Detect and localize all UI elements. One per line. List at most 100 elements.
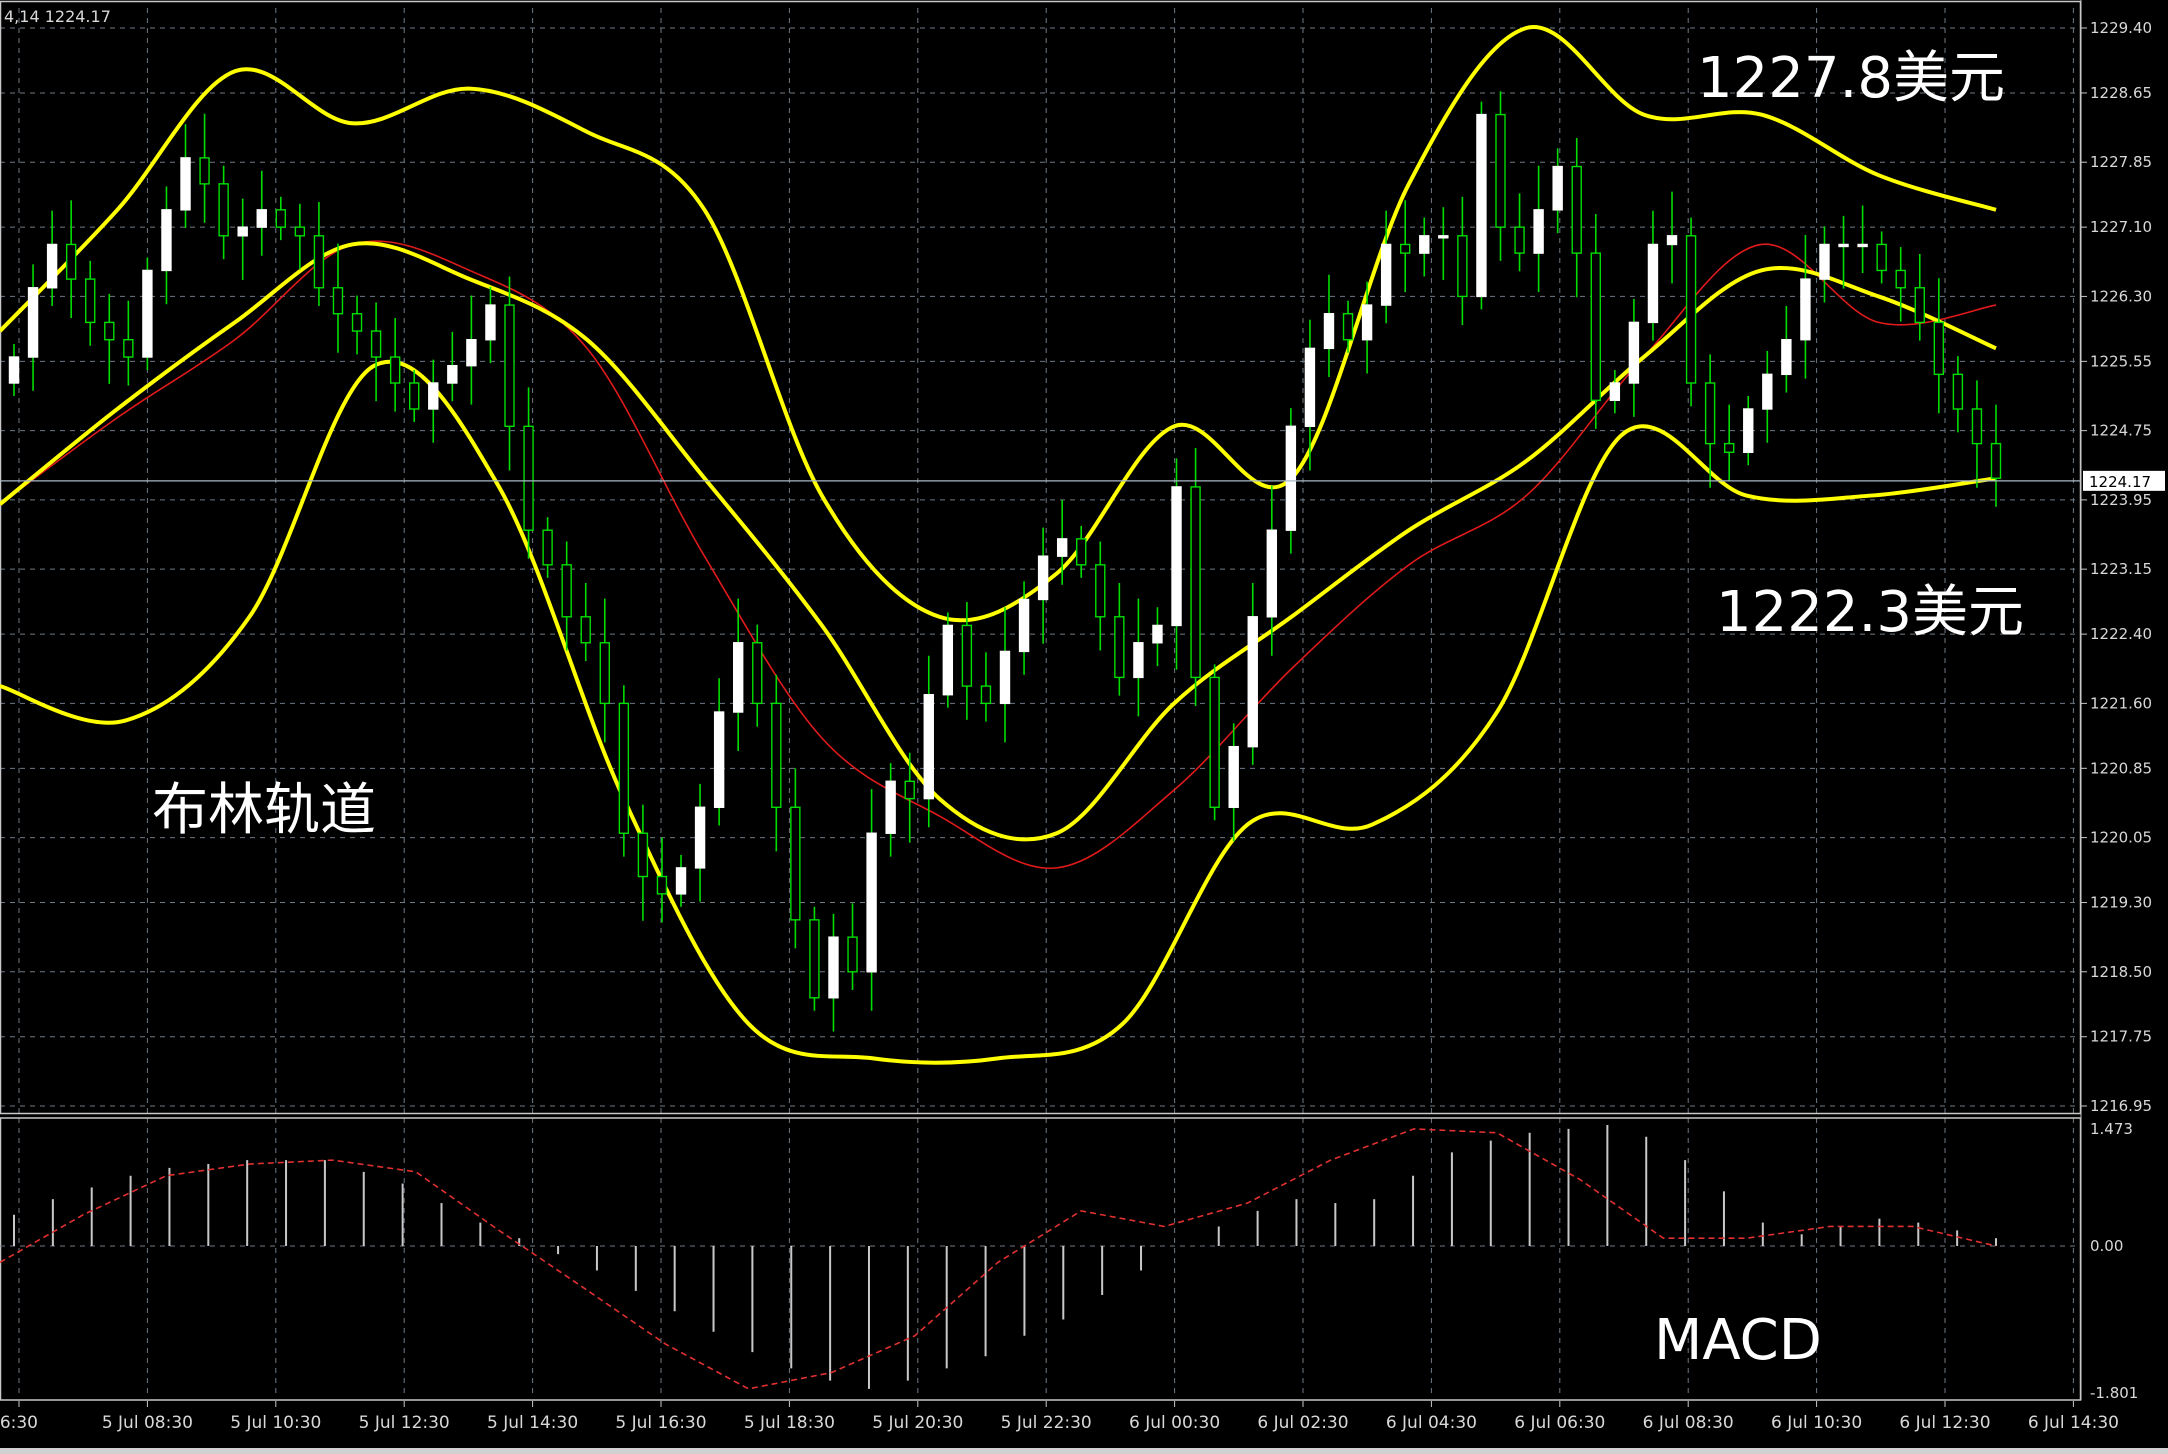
candle-body	[790, 806, 801, 921]
candle-body	[1209, 676, 1220, 808]
candle-body	[370, 330, 382, 358]
candle-body	[1952, 373, 1964, 410]
candle-body	[1342, 313, 1354, 341]
candle-body	[65, 243, 77, 280]
candle-body	[1647, 243, 1659, 324]
status-strip	[0, 1448, 2168, 1454]
x-tick-label: 5 Jul 10:30	[230, 1413, 321, 1433]
y-tick-label: 1229.40	[2090, 19, 2152, 37]
candle-body	[1666, 235, 1678, 246]
candle-body	[1018, 598, 1030, 653]
annotation-macd: MACD	[1654, 1308, 1822, 1373]
x-tick-label: 5 Jul 08:30	[102, 1413, 193, 1433]
x-tick-label: 5 Jul 18:30	[744, 1413, 835, 1433]
candle-body	[1514, 226, 1525, 254]
macd-tick-label: 1.473	[2090, 1120, 2133, 1138]
x-tick-label: 6 Jul 14:30	[2028, 1413, 2119, 1433]
candle-body	[1056, 538, 1068, 557]
candle-body	[351, 313, 363, 332]
candle-body	[999, 650, 1011, 705]
candle-body	[1037, 555, 1049, 601]
candle-body	[1590, 252, 1601, 402]
y-tick-label: 1227.85	[2090, 153, 2152, 171]
candle-body	[466, 339, 477, 367]
candle-body	[485, 304, 496, 341]
candle-body	[180, 157, 191, 211]
candle-body	[104, 321, 115, 341]
y-tick-label: 1228.65	[2090, 84, 2152, 102]
candle-body	[1838, 243, 1849, 248]
y-tick-label: 1220.85	[2090, 759, 2152, 777]
candle-body	[218, 183, 229, 237]
y-tick-label: 1225.55	[2090, 352, 2152, 370]
candle-body	[1895, 269, 1906, 289]
candle-body	[1723, 442, 1735, 453]
candle-body	[161, 209, 172, 272]
candle-body	[294, 226, 306, 237]
annotation-upper-price: 1227.8美元	[1697, 46, 2005, 111]
candle-body	[637, 832, 649, 878]
x-tick-label: 5 Jul 20:30	[872, 1413, 963, 1433]
candle-body	[1990, 442, 2002, 479]
candle-body	[1266, 529, 1278, 618]
candle-body	[428, 382, 439, 410]
candle-body	[1152, 624, 1163, 644]
y-tick-label: 1227.10	[2090, 218, 2152, 236]
candle-body	[1685, 235, 1697, 384]
candle-body	[599, 642, 610, 705]
candle-body	[1781, 339, 1792, 376]
candle-body	[46, 243, 58, 289]
current-price-label: 1224.17	[2089, 473, 2151, 491]
candle-body	[1380, 243, 1392, 306]
candle-body	[1285, 425, 1297, 531]
macd-tick-label: 0.00	[2090, 1237, 2123, 1255]
candle-body	[1819, 243, 1830, 280]
candle-body	[675, 867, 687, 895]
candle-body	[961, 624, 973, 687]
x-tick-label: 6 Jul 10:30	[1771, 1413, 1862, 1433]
x-tick-label: 5 Jul 16:30	[615, 1413, 706, 1433]
candle-body	[1361, 304, 1373, 341]
candle-body	[123, 339, 134, 358]
header-info: 4,14 1224.17	[4, 7, 111, 26]
candle-body	[409, 382, 420, 410]
candle-body	[256, 209, 267, 228]
candle-body	[656, 875, 668, 895]
candle-body	[1476, 113, 1487, 298]
candle-body	[618, 702, 630, 834]
candle-body	[1228, 745, 1239, 808]
candle-body	[1933, 321, 1945, 376]
candle-body	[523, 425, 534, 531]
candle-body	[1571, 165, 1582, 254]
candle-body	[923, 694, 934, 800]
candle-body	[904, 780, 915, 800]
candle-body	[866, 832, 877, 973]
candle-body	[1419, 235, 1430, 254]
candle-body	[199, 157, 210, 185]
candle-body	[1609, 382, 1621, 402]
candle-body	[313, 235, 325, 289]
y-tick-label: 1218.50	[2090, 963, 2152, 981]
candle-body	[1533, 209, 1544, 254]
candle-body	[275, 209, 287, 228]
y-tick-label: 1217.75	[2090, 1028, 2152, 1046]
x-tick-label: 6 Jul 06:30	[1514, 1413, 1605, 1433]
candle-body	[885, 780, 896, 834]
candle-body	[389, 356, 401, 384]
candle-body	[332, 287, 344, 315]
candle-body	[1800, 278, 1811, 341]
annotation-bollinger: 布林轨道	[152, 778, 376, 843]
candle-body	[1323, 313, 1335, 350]
candle-body	[1076, 538, 1087, 566]
candle-body	[980, 685, 992, 705]
candle-body	[1247, 616, 1258, 748]
candle-body	[1304, 347, 1316, 427]
candle-body	[752, 642, 763, 705]
price-chart[interactable]: 1229.40 1228.65 1227.85 1227.10 1226.30 1225.…	[0, 0, 2168, 1454]
candle-body	[713, 711, 725, 808]
candle-body	[1704, 382, 1716, 445]
candle-body	[447, 364, 458, 384]
candle-body	[561, 564, 572, 618]
y-tick-label: 1224.75	[2090, 422, 2152, 440]
candle-body	[1857, 243, 1868, 248]
